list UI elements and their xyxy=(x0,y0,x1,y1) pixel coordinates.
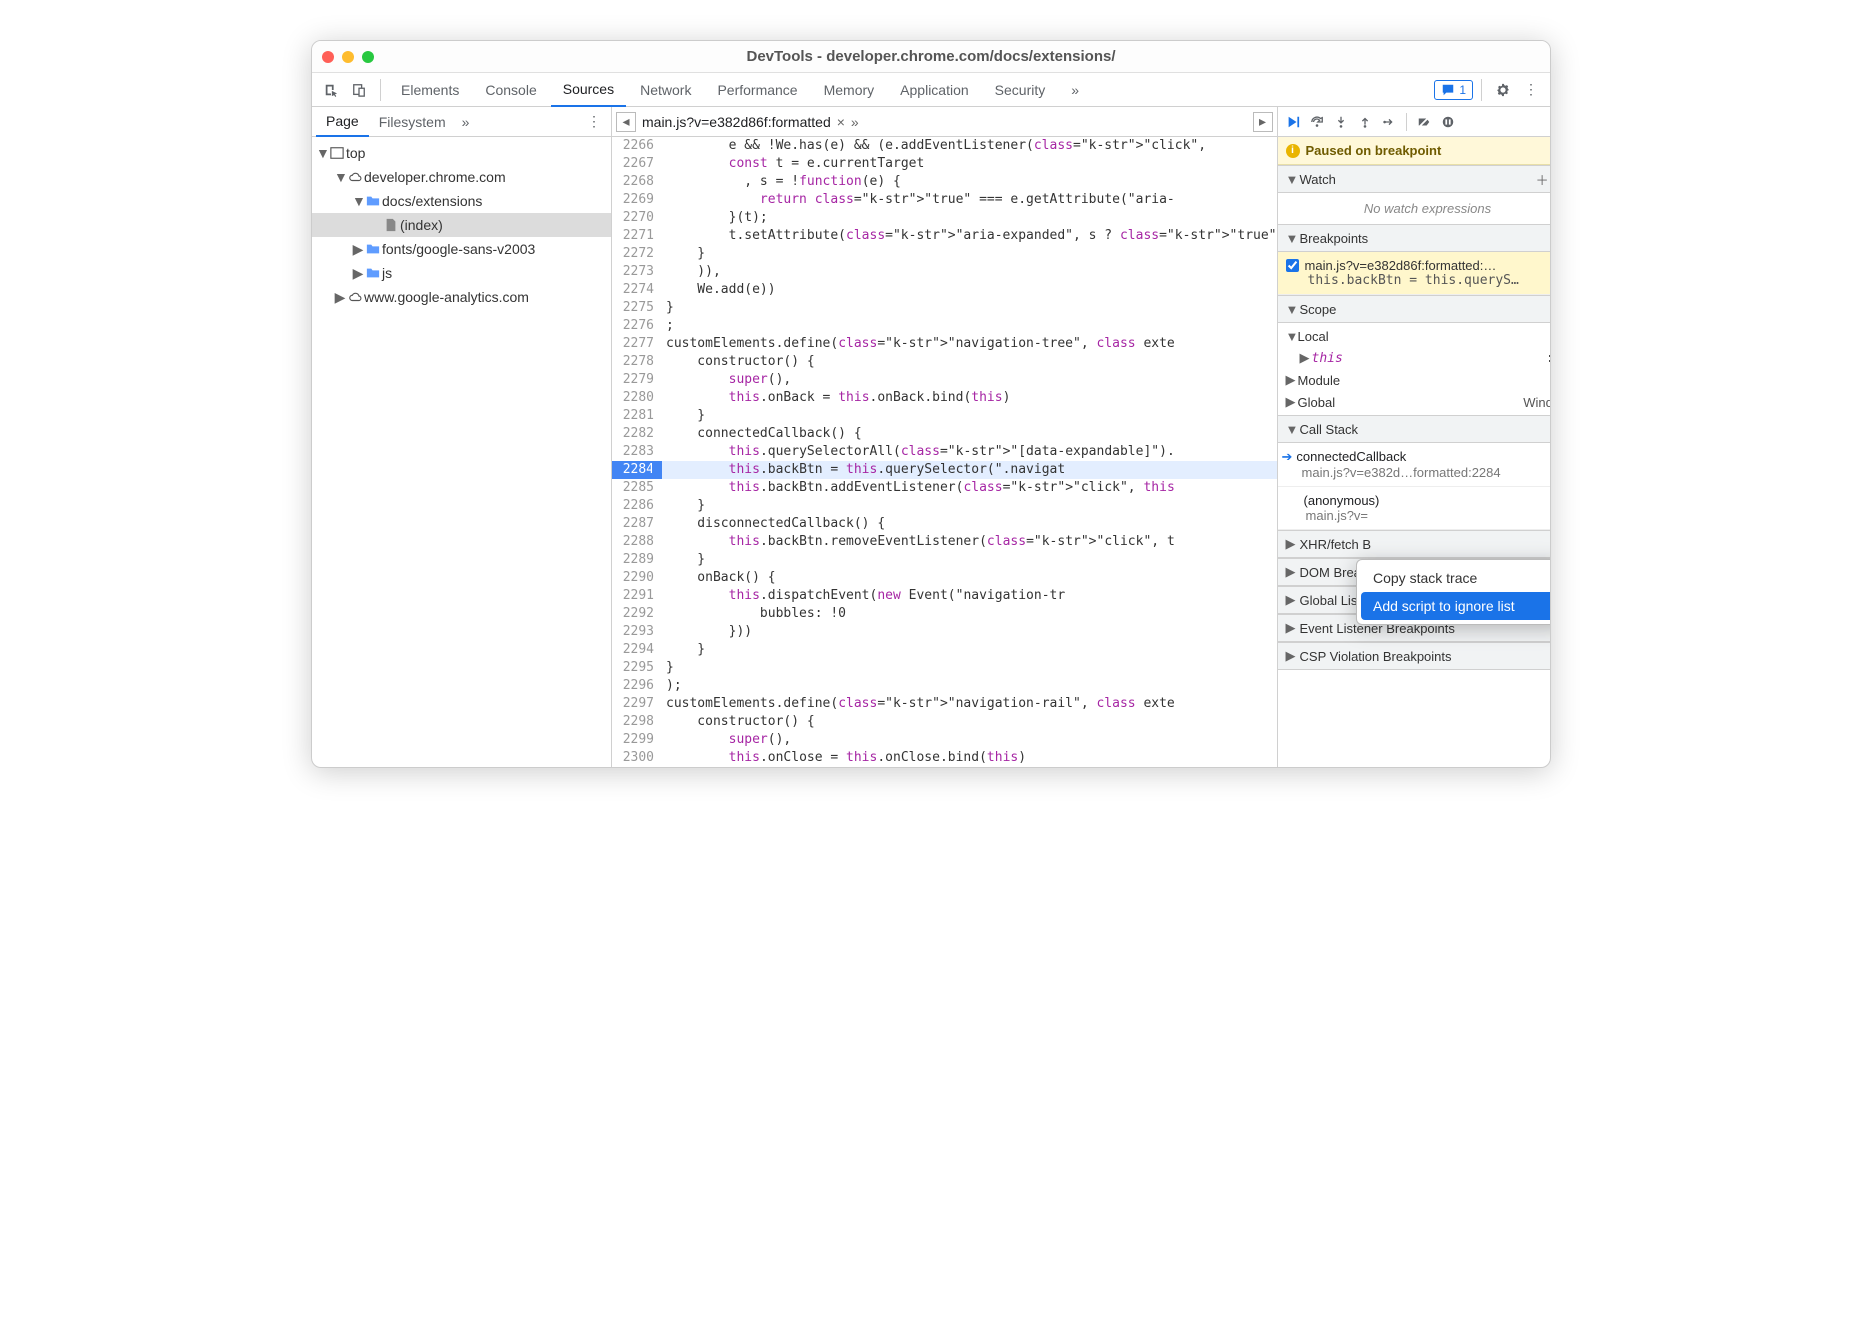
tree-folder-js[interactable]: ▶ js xyxy=(312,261,611,285)
folder-icon xyxy=(364,242,382,256)
tab-sources[interactable]: Sources xyxy=(551,73,626,107)
tab-memory[interactable]: Memory xyxy=(812,73,887,107)
nav-forward-icon[interactable]: ▸ xyxy=(1253,112,1273,132)
frame-icon xyxy=(328,146,346,160)
deactivate-breakpoints-icon[interactable] xyxy=(1417,115,1431,129)
section-watch[interactable]: ▼Watch ＋ ⟳ xyxy=(1278,165,1551,193)
step-out-icon[interactable] xyxy=(1358,115,1372,129)
tree-label: developer.chrome.com xyxy=(364,169,506,185)
main-toolbar: Elements Console Sources Network Perform… xyxy=(312,73,1550,107)
cloud-icon xyxy=(346,170,364,184)
tree-label: js xyxy=(382,265,392,281)
navigator-panel: Page Filesystem » ⋮ ▼ top ▼ developer.ch… xyxy=(312,107,612,768)
tree-folder-extensions[interactable]: ▼ docs/extensions xyxy=(312,189,611,213)
scope-this[interactable]: ▶this: … xyxy=(1278,347,1551,369)
folder-icon xyxy=(364,266,382,280)
main-area: Page Filesystem » ⋮ ▼ top ▼ developer.ch… xyxy=(312,107,1550,767)
editor-filename: main.js?v=e382d86f:formatted xyxy=(642,114,831,130)
devtools-window: DevTools - developer.chrome.com/docs/ext… xyxy=(311,40,1551,768)
resume-icon[interactable] xyxy=(1286,115,1300,129)
pause-exceptions-icon[interactable] xyxy=(1441,115,1455,129)
editor-tab-close-icon[interactable]: × xyxy=(837,114,845,130)
ctx-add-to-ignore-list[interactable]: Add script to ignore list xyxy=(1361,592,1551,620)
tab-performance[interactable]: Performance xyxy=(705,73,809,107)
tab-network[interactable]: Network xyxy=(628,73,703,107)
tab-security[interactable]: Security xyxy=(983,73,1058,107)
breakpoint-title: main.js?v=e382d86f:formatted:… xyxy=(1305,258,1497,273)
tree-origin-chrome[interactable]: ▼ developer.chrome.com xyxy=(312,165,611,189)
step-icon[interactable] xyxy=(1382,115,1396,129)
device-toggle-icon[interactable] xyxy=(346,77,372,103)
watch-empty: No watch expressions xyxy=(1278,193,1551,224)
settings-gear-icon[interactable] xyxy=(1490,77,1516,103)
callstack-frame[interactable]: ➔connectedCallback main.js?v=e382d…forma… xyxy=(1278,443,1551,487)
file-icon xyxy=(382,218,400,232)
add-watch-icon[interactable]: ＋ xyxy=(1536,170,1549,189)
tab-console[interactable]: Console xyxy=(473,73,548,107)
issues-badge[interactable]: 1 xyxy=(1434,80,1473,100)
tree-label: www.google-analytics.com xyxy=(364,289,529,305)
window-title: DevTools - developer.chrome.com/docs/ext… xyxy=(312,48,1550,65)
code-editor[interactable]: 2266 e && !We.has(e) && (e.addEventListe… xyxy=(612,137,1277,768)
tree-file-index[interactable]: (index) xyxy=(312,213,611,237)
tree-label: fonts/google-sans-v2003 xyxy=(382,241,535,257)
callstack-location: main.js?v=e382d…formatted:2284 xyxy=(1282,465,1551,480)
navigator-tab-page[interactable]: Page xyxy=(316,107,369,137)
ctx-copy-stack-trace[interactable]: Copy stack trace xyxy=(1361,564,1551,592)
navigator-tabs-more-icon[interactable]: » xyxy=(462,114,470,130)
section-callstack[interactable]: ▼Call Stack xyxy=(1278,415,1551,443)
tab-elements[interactable]: Elements xyxy=(389,73,471,107)
tree-origin-ga[interactable]: ▶ www.google-analytics.com xyxy=(312,285,611,309)
scope-module[interactable]: ▶Module xyxy=(1278,369,1551,391)
file-tree: ▼ top ▼ developer.chrome.com ▼ docs/exte… xyxy=(312,137,611,313)
debugger-panel: i Paused on breakpoint ▼Watch ＋ ⟳ No wat… xyxy=(1278,107,1551,768)
step-into-icon[interactable] xyxy=(1334,115,1348,129)
nav-back-icon[interactable]: ◂ xyxy=(616,112,636,132)
inspect-icon[interactable] xyxy=(318,77,344,103)
breakpoint-item[interactable]: main.js?v=e382d86f:formatted:… this.back… xyxy=(1278,252,1551,295)
tree-label: top xyxy=(346,145,365,161)
paused-banner: i Paused on breakpoint xyxy=(1278,137,1551,165)
breakpoint-checkbox[interactable] xyxy=(1286,259,1299,272)
paused-text: Paused on breakpoint xyxy=(1306,143,1442,158)
step-over-icon[interactable] xyxy=(1310,115,1324,129)
info-icon: i xyxy=(1286,144,1300,158)
issues-count: 1 xyxy=(1459,83,1466,97)
scope-local[interactable]: ▼Local xyxy=(1278,325,1551,347)
tab-application[interactable]: Application xyxy=(888,73,981,107)
tree-label: docs/extensions xyxy=(382,193,482,209)
editor-tabs-more-icon[interactable]: » xyxy=(851,114,859,130)
navigator-menu-icon[interactable]: ⋮ xyxy=(581,113,607,130)
kebab-menu-icon[interactable]: ⋮ xyxy=(1518,77,1544,103)
navigator-tab-filesystem[interactable]: Filesystem xyxy=(369,107,456,137)
callstack-frame[interactable]: (anonymous) main.js?v= xyxy=(1278,487,1551,530)
tree-label: (index) xyxy=(400,217,443,233)
tree-frame-top[interactable]: ▼ top xyxy=(312,141,611,165)
scope-global[interactable]: ▶GlobalWindow xyxy=(1278,391,1551,413)
callstack-location: main.js?v= xyxy=(1286,508,1551,523)
section-csp[interactable]: ▶CSP Violation Breakpoints xyxy=(1278,642,1551,670)
titlebar: DevTools - developer.chrome.com/docs/ext… xyxy=(312,41,1550,73)
section-xhr[interactable]: ▶XHR/fetch B xyxy=(1278,530,1551,558)
breakpoint-code: this.backBtn = this.queryS… xyxy=(1286,273,1551,288)
editor-tab[interactable]: main.js?v=e382d86f:formatted × xyxy=(642,114,845,130)
tabs-overflow-icon[interactable]: » xyxy=(1059,73,1091,107)
tree-folder-fonts[interactable]: ▶ fonts/google-sans-v2003 xyxy=(312,237,611,261)
current-frame-icon: ➔ xyxy=(1282,449,1293,464)
folder-icon xyxy=(364,194,382,208)
section-breakpoints[interactable]: ▼Breakpoints xyxy=(1278,224,1551,252)
section-scope[interactable]: ▼Scope xyxy=(1278,295,1551,323)
editor-panel: ◂ main.js?v=e382d86f:formatted × » ▸ 226… xyxy=(612,107,1278,768)
cloud-icon xyxy=(346,290,364,304)
context-menu: Copy stack trace Add script to ignore li… xyxy=(1356,559,1551,625)
